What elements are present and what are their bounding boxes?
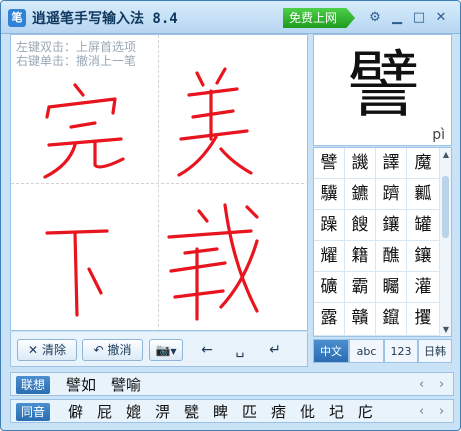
candidate-cell[interactable]: 魔 [407, 148, 440, 179]
input-mode-tabs: 中文 abc 123 日韩 [313, 339, 452, 363]
close-icon[interactable]: ✕ [431, 8, 451, 28]
candidate-grid: 譬 譏 譯 魔 驥 鑣 躋 瓤 躁 餿 鑲 罐 耀 籍 醮 鑲 礦 霸 矚 灌 … [313, 147, 440, 337]
candidate-cell[interactable]: 餿 [345, 210, 376, 241]
candidate-cell[interactable]: 躁 [314, 210, 345, 241]
homophone-item[interactable]: 淠 [155, 401, 170, 423]
next-page-icon[interactable]: › [439, 375, 444, 395]
mode-japanese-korean[interactable]: 日韩 [418, 339, 452, 363]
backspace-icon[interactable]: ← [195, 339, 219, 361]
camera-icon: 📷 [155, 343, 171, 357]
free-internet-button[interactable]: 免费上网 [283, 8, 355, 28]
mode-abc[interactable]: abc [349, 339, 384, 363]
homophone-label: 同音 [16, 403, 51, 421]
candidate-cell[interactable]: 贛 [345, 303, 376, 336]
preview-character: 譬 [347, 43, 420, 127]
homophone-item[interactable]: 庀 [358, 401, 373, 423]
undo-label: 撤消 [107, 343, 132, 357]
mode-123[interactable]: 123 [384, 339, 418, 363]
association-row: 联想 譬如 譬喻 ‹ › [10, 372, 454, 396]
homophone-item[interactable]: 圮 [329, 401, 344, 423]
candidate-cell[interactable]: 躋 [376, 179, 407, 210]
clear-button[interactable]: ✕ 清除 [17, 339, 77, 361]
candidate-cell[interactable]: 罐 [407, 210, 440, 241]
clear-label: 清除 [41, 343, 66, 357]
mode-chinese[interactable]: 中文 [313, 339, 349, 363]
candidate-cell[interactable]: 瓤 [407, 179, 440, 210]
app-logo-icon: 笔 [8, 9, 26, 27]
enter-icon[interactable]: ↵ [263, 339, 287, 361]
candidate-cell[interactable]: 鑲 [376, 210, 407, 241]
candidate-cell[interactable]: 霸 [345, 272, 376, 303]
homophone-item[interactable]: 仳 [300, 401, 315, 423]
space-icon[interactable]: ␣ [228, 339, 252, 361]
homophone-item[interactable]: 匹 [242, 401, 257, 423]
scroll-up-icon[interactable]: ▲ [441, 150, 451, 159]
next-page-icon[interactable]: › [439, 402, 444, 422]
handwriting-ink [43, 67, 259, 321]
candidate-cell[interactable]: 礦 [314, 272, 345, 303]
association-label: 联想 [16, 376, 51, 394]
association-item[interactable]: 譬如 [66, 374, 96, 396]
gear-icon[interactable]: ⚙ [365, 8, 385, 28]
camera-dropdown-button[interactable]: 📷▼ [149, 339, 183, 361]
homophone-item[interactable]: 僻 [68, 401, 83, 423]
candidate-cell[interactable]: 譬 [314, 148, 345, 179]
candidate-cell[interactable]: 耀 [314, 241, 345, 272]
candidate-cell[interactable]: 醮 [376, 241, 407, 272]
candidate-cell[interactable]: 露 [314, 303, 345, 336]
homophone-item[interactable]: 媲 [126, 401, 141, 423]
maximize-icon[interactable]: □ [409, 8, 429, 28]
chevron-down-icon: ▼ [170, 347, 177, 356]
scroll-down-icon[interactable]: ▼ [441, 325, 451, 334]
scroll-thumb[interactable] [442, 176, 449, 238]
candidate-cell[interactable]: 矚 [376, 272, 407, 303]
prev-page-icon[interactable]: ‹ [419, 402, 424, 422]
prev-page-icon[interactable]: ‹ [419, 375, 424, 395]
candidate-cell[interactable]: 譯 [376, 148, 407, 179]
candidate-cell[interactable]: 譏 [345, 148, 376, 179]
candidate-cell[interactable]: 灌 [407, 272, 440, 303]
candidate-scrollbar[interactable]: ▲ ▼ [440, 147, 452, 337]
homophone-row: 同音 僻 屁 媲 淠 甓 睥 匹 痞 仳 圮 庀 ‹ › [10, 399, 454, 423]
handwriting-window: 笔 逍遥笔手写输入法 8.4 免费上网 ⚙ ▁ □ ✕ 左键双击：上屏首选项 右… [0, 0, 461, 431]
homophone-item[interactable]: 痞 [271, 401, 286, 423]
association-item[interactable]: 譬喻 [111, 374, 141, 396]
writing-canvas[interactable]: 左键双击：上屏首选项 右键单击：撤消上一笔 [10, 34, 309, 332]
candidate-cell[interactable]: 鑣 [345, 179, 376, 210]
preview-pinyin: pì [432, 127, 445, 143]
minimize-icon[interactable]: ▁ [387, 8, 407, 28]
canvas-toolbar: ✕ 清除 ↶ 撤消 📷▼ ← ␣ ↵ [10, 332, 308, 367]
candidate-cell[interactable]: 籍 [345, 241, 376, 272]
candidate-cell[interactable]: 鑹 [376, 303, 407, 336]
title-bar[interactable]: 笔 逍遥笔手写输入法 8.4 免费上网 ⚙ ▁ □ ✕ [1, 1, 460, 34]
homophone-item[interactable]: 睥 [213, 401, 228, 423]
homophone-item[interactable]: 屁 [97, 401, 112, 423]
clear-x-icon: ✕ [28, 343, 39, 357]
window-title: 逍遥笔手写输入法 8.4 [32, 11, 178, 27]
homophone-item[interactable]: 甓 [184, 401, 199, 423]
candidate-cell[interactable]: 攫 [407, 303, 440, 336]
recognition-preview: 譬 pì [313, 34, 452, 146]
undo-button[interactable]: ↶ 撤消 [82, 339, 143, 361]
undo-icon: ↶ [93, 343, 104, 357]
candidate-cell[interactable]: 驥 [314, 179, 345, 210]
candidate-cell[interactable]: 鑲 [407, 241, 440, 272]
